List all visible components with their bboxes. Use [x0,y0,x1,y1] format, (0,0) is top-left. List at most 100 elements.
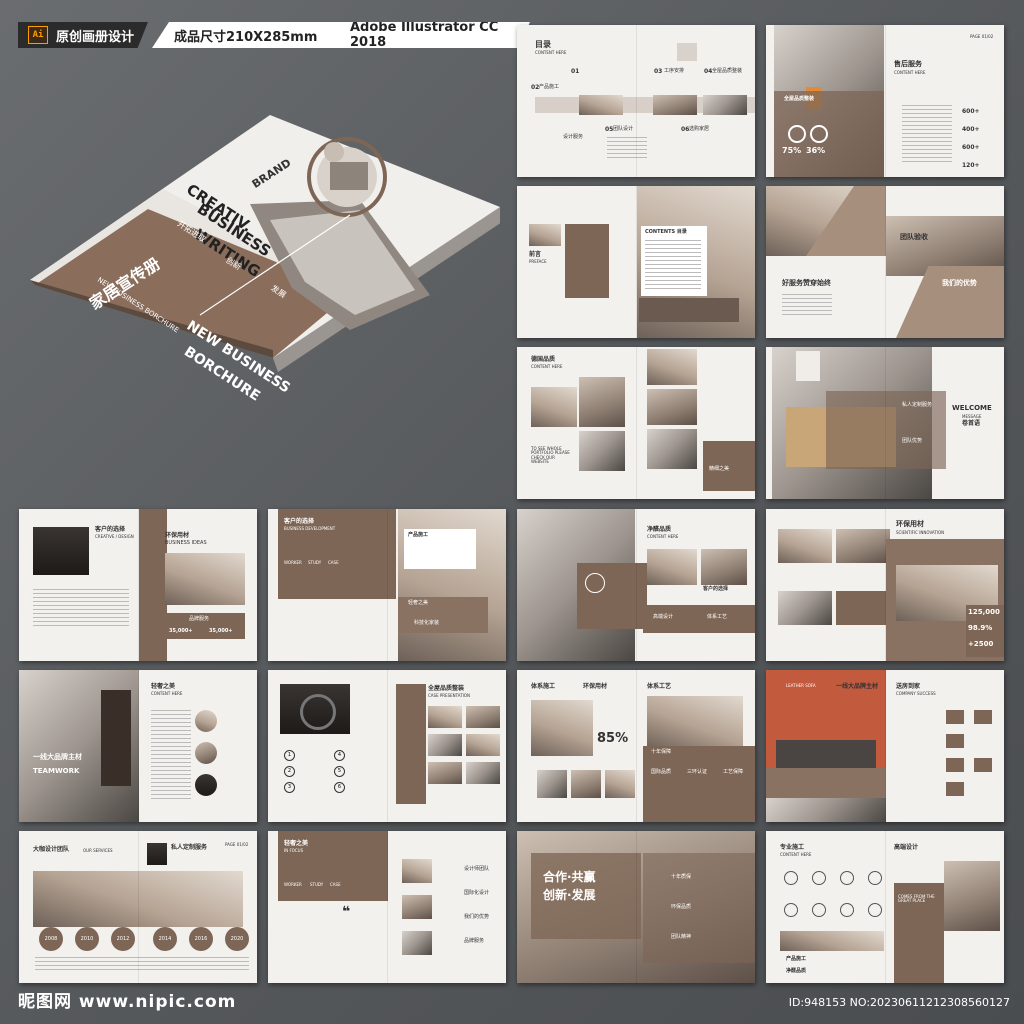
size-label: 成品尺寸210X285mm [174,29,318,45]
s7-title: 客户的选择 [95,526,126,533]
s1-sub: CONTENT HERE [535,50,567,55]
cover-brochure: BRAND CREATIV. BUSINESS WRITING 家居宣传册 NE… [30,110,505,440]
s14-box-3 [946,758,964,772]
spread-construction: 专业施工 CONTENT HERE 高端设计 产品施工 净醛品质 COMES F… [766,831,1004,983]
s13-photo-2 [537,770,567,798]
s10-brown-box [836,591,890,625]
s15-t2: OUR SERVICES [83,848,113,853]
spread-welcome: 私人定制服务 团队优势 WELCOME MESSAGE 卷首语 [766,347,1004,499]
s7-b2: BUSINESS IDEAS [165,540,207,546]
s18-icon-5 [784,903,798,917]
s10-photo-1 [778,529,832,563]
s15-photo-small [147,843,167,865]
s16-l3: 我们的优势 [464,914,490,920]
spread-team: 团队验收 好服务赞穿始终 我们的优势 [766,186,1004,338]
s15-t3: 私人定制服务 [171,844,208,851]
s10-n1: 125,000 [968,608,1000,616]
s13-t3: 体系工艺 [647,683,672,690]
illustrator-icon: Ai [28,26,48,44]
spread-design-team: 大咖设计团队 OUR SERVICES 私人定制服务 PAGE 01/02 20… [19,831,257,983]
spread-eco: 环保用材 SCIENTIFIC INNOVATION 125,000 98.9%… [766,509,1004,661]
s2-v2: 400+ [962,126,980,133]
s15-year-1: 2008 [39,927,63,951]
s4-left: 好服务赞穿始终 [782,279,831,287]
s11-circle-3 [195,774,217,796]
s17-line1: 合作·共赢 [543,870,596,884]
spread-quality: 德国品质 CONTENT HERE TO SEE WHOLE PORTFOLIO… [517,347,755,499]
s16-l4: 品牌服务 [464,938,485,944]
s8-title: 客户的选择 [284,518,315,525]
s10-photo-3 [778,591,832,625]
s1-text-lines [607,137,647,159]
s3-brown-block [565,224,609,298]
s6-title: WELCOME [952,404,992,412]
s15-year-3: 2012 [111,927,135,951]
s1-photo-1 [579,95,623,115]
s9-l2: 体系工艺 [707,614,728,620]
s14-box-2 [946,734,964,748]
s11-shelf [101,690,131,786]
s11-text-lines [151,710,191,800]
s13-photo-3 [571,770,601,798]
s14-sofa [776,740,876,768]
s12-n6: 6 [334,782,345,793]
spread-focus: 轻奢之美 IN FOCUS WORKER STUDY CASE ❝ 设计师团队 … [268,831,506,983]
s14-t2: 送房到家 [896,683,921,690]
spread-contents: 目录 CONTENT HERE 01 02 03 04 05 06 产品施工 设… [517,25,755,177]
s7-b1: 环保用材 [165,532,190,539]
s9-title: 净醛品质 [647,526,672,533]
s18-icon-1 [784,871,798,885]
s5-photo-4 [647,349,697,385]
s4-tan-shape-2 [896,266,1004,338]
s2-text-lines [902,105,952,165]
s18-photo-2 [944,861,1000,931]
footer-logo[interactable]: 昵图网 www.nipic.com [18,987,236,1012]
s3-sub: PREFACE [529,259,547,264]
s7-stat1: 品牌服务 [189,616,210,622]
s17-l1: 十年质保 [671,874,692,880]
s14-title: 一线大品牌主材 [836,683,879,690]
s2-ring-2 [810,125,828,143]
s13-l3: 工艺保障 [723,769,744,775]
s4-title: 团队验收 [900,233,928,241]
s12-brown-bar [396,684,426,804]
s14-box-5 [974,710,992,724]
s9-photo-2 [647,549,697,585]
s7-photo [33,527,89,575]
s8-r1: 产品施工 [408,532,429,538]
s1-n3: 03 [654,68,663,75]
spread-preface: 前言 PREFACE CONTENTS 目录 [517,186,755,338]
s1-i4: 全屋品质整装 [712,68,743,74]
s11-big2: TEAMWORK [33,767,80,775]
s13-photo-1 [531,700,593,756]
s2-sub: CONTENT HERE [894,70,926,75]
s13-title: 体系施工 [531,683,556,690]
s15-year-6: 2020 [225,927,249,951]
s9-sub: CONTENT HERE [647,534,679,539]
s1-i3: 工序安排 [664,68,685,74]
s9-l1: 高端设计 [653,614,674,620]
s2-ring-1 [788,125,806,143]
s1-block [677,43,697,61]
s17-line2: 创新·发展 [543,888,596,902]
s9-l3: 客户的选择 [703,586,729,592]
s12-photo-3 [428,734,462,756]
s11-circle-2 [195,742,217,764]
s1-i1: 产品施工 [539,84,560,90]
s15-title: 大咖设计团队 [33,846,70,853]
s12-photo-2 [466,706,500,728]
s13-brown-panel [643,746,755,822]
s12-n1: 1 [284,750,295,761]
s13-l1: 国际品质 [651,769,672,775]
s13-photo-4 [605,770,635,798]
s12-spiral [300,694,336,730]
s12-sub: CASE PRESENTATION [428,693,470,698]
s18-l2: 净醛品质 [786,968,807,974]
s18-photo-1 [780,931,884,951]
s7-stat3: 35,000+ [209,628,233,634]
s7-photo-2 [165,553,245,605]
s18-t2: 高端设计 [894,844,919,851]
s14-box-6 [974,758,992,772]
s1-photo-3 [703,95,747,115]
s1-n1: 01 [571,68,580,75]
